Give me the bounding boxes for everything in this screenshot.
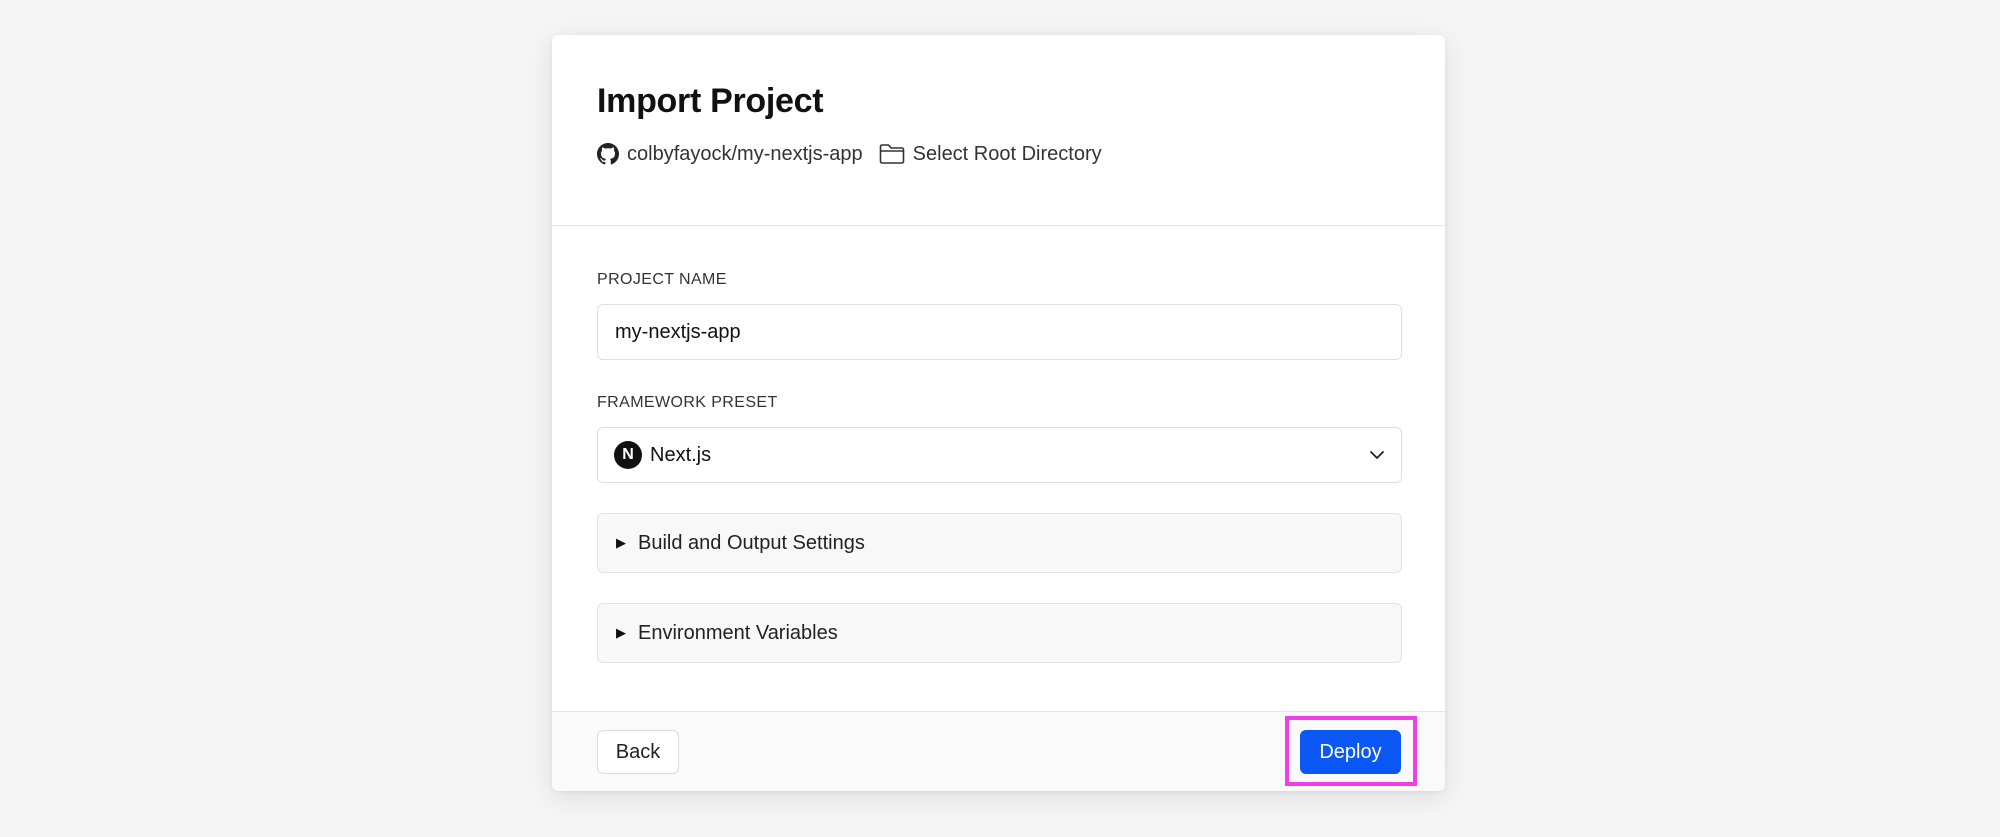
import-project-card: Import Project colbyfayock/my-nextjs-app…	[552, 35, 1445, 791]
card-header: Import Project colbyfayock/my-nextjs-app…	[552, 35, 1445, 226]
project-name-input[interactable]	[597, 304, 1402, 360]
environment-variables-label: Environment Variables	[638, 621, 838, 644]
select-root-directory-label: Select Root Directory	[912, 142, 1102, 165]
triangle-right-icon: ▶	[616, 535, 626, 550]
triangle-right-icon: ▶	[616, 625, 626, 640]
select-root-directory-link[interactable]: Select Root Directory	[879, 143, 1102, 166]
repo-name: colbyfayock/my-nextjs-app	[627, 142, 863, 165]
github-icon	[597, 143, 619, 165]
deploy-button[interactable]: Deploy	[1300, 730, 1401, 774]
build-output-settings-label: Build and Output Settings	[638, 531, 865, 554]
framework-preset-label: FRAMEWORK PRESET	[597, 394, 778, 411]
folder-icon	[879, 144, 904, 164]
framework-preset-select[interactable]: N Next.js	[597, 427, 1402, 483]
chevron-down-icon	[1370, 451, 1384, 459]
environment-variables-toggle[interactable]: ▶ Environment Variables	[597, 603, 1402, 663]
build-output-settings-toggle[interactable]: ▶ Build and Output Settings	[597, 513, 1402, 573]
repo-link[interactable]: colbyfayock/my-nextjs-app	[597, 143, 863, 166]
back-button[interactable]: Back	[597, 730, 679, 774]
framework-preset-value: Next.js	[650, 443, 712, 466]
card-body: PROJECT NAME FRAMEWORK PRESET N Next.js …	[552, 226, 1445, 663]
project-name-label: PROJECT NAME	[597, 271, 727, 288]
repo-meta-row: colbyfayock/my-nextjs-app Select Root Di…	[597, 140, 1400, 168]
page-title: Import Project	[597, 82, 824, 120]
nextjs-logo-icon: N	[614, 441, 642, 469]
